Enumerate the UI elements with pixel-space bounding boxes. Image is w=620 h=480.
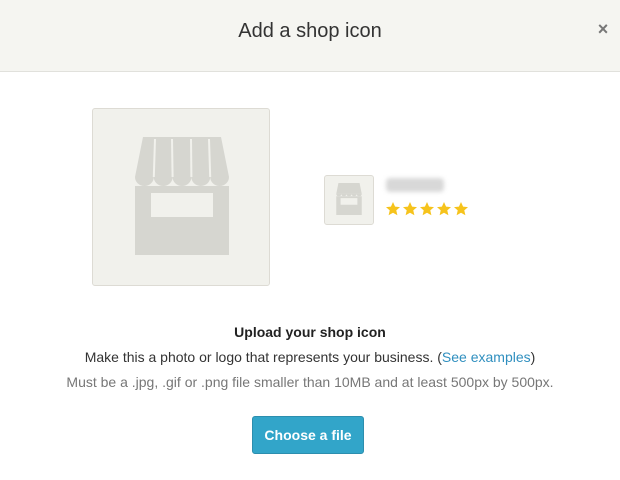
small-icon-preview — [324, 175, 374, 225]
choose-file-button[interactable]: Choose a file — [252, 416, 364, 454]
storefront-placeholder-icon — [135, 137, 229, 255]
star-icon — [420, 202, 434, 216]
description-text: Make this a photo or logo that represent… — [84, 349, 442, 365]
modal-header: Add a shop icon × — [0, 0, 620, 72]
star-icon — [454, 202, 468, 216]
storefront-placeholder-icon — [336, 183, 362, 215]
star-icon — [403, 202, 417, 216]
description-text-end: ) — [530, 349, 536, 365]
upload-description: Make this a photo or logo that represent… — [0, 349, 620, 365]
close-button[interactable]: × — [594, 18, 612, 39]
rating-stars — [385, 201, 469, 217]
see-examples-link[interactable]: See examples — [442, 349, 531, 365]
shop-name-blurred: shopname — [386, 178, 444, 192]
close-icon: × — [597, 18, 609, 39]
star-icon — [386, 202, 400, 216]
file-requirements: Must be a .jpg, .gif or .png file smalle… — [66, 374, 554, 390]
modal-title: Add a shop icon — [238, 20, 382, 42]
star-icon — [437, 202, 451, 216]
upload-title: Upload your shop icon — [234, 324, 386, 340]
large-icon-preview — [92, 108, 270, 286]
